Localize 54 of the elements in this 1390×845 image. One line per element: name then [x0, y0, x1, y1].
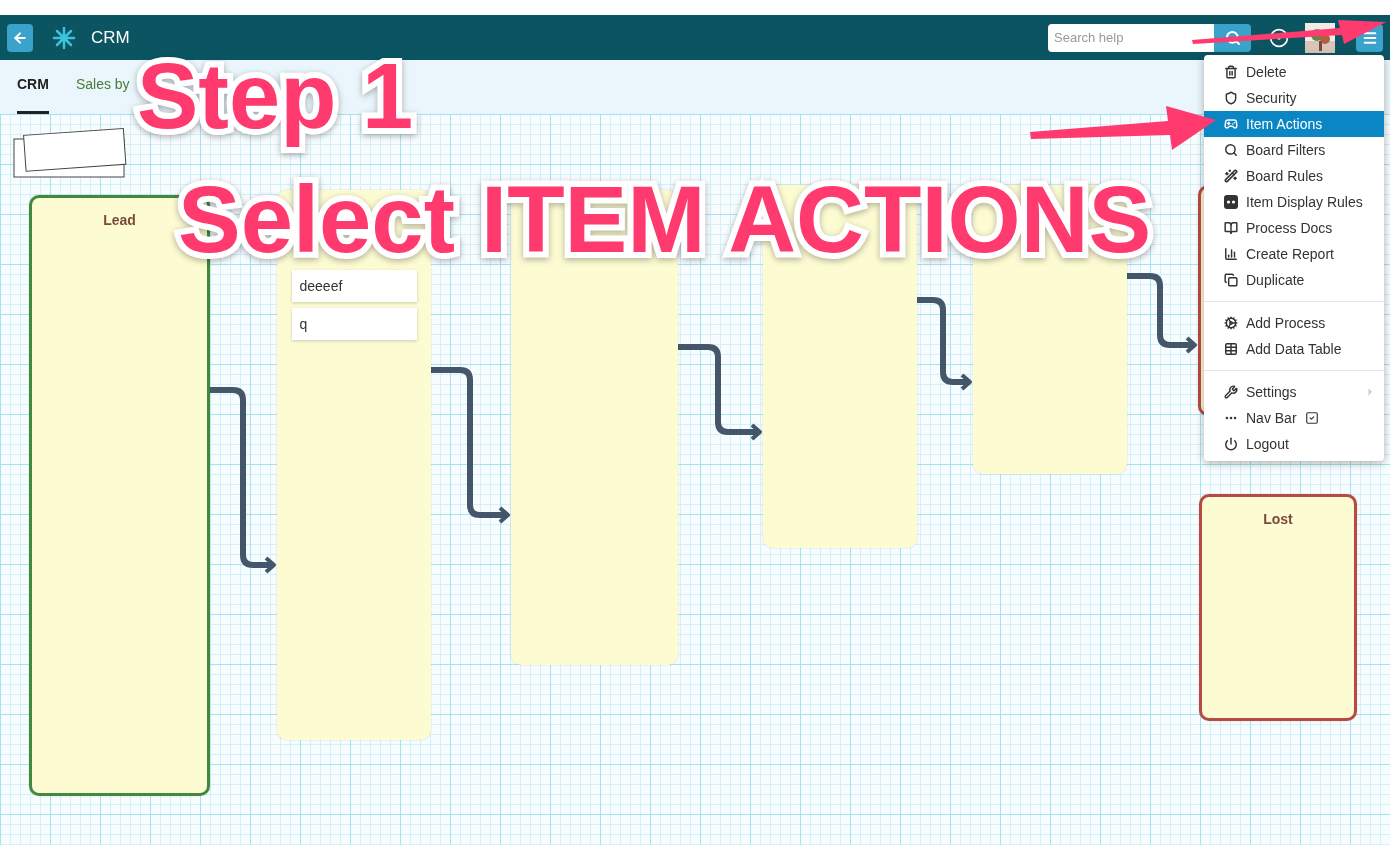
- menu-label: Create Report: [1246, 244, 1334, 264]
- trash-icon: [1224, 65, 1238, 79]
- menu-item[interactable]: Item Display Rules: [1204, 189, 1384, 215]
- menu-label: Item Actions: [1246, 114, 1323, 134]
- menu-item[interactable]: Item Actions: [1204, 111, 1384, 137]
- menu-item[interactable]: Security: [1204, 85, 1384, 111]
- menu-item[interactable]: Settings: [1204, 379, 1384, 405]
- menu-item[interactable]: Delete: [1204, 59, 1384, 85]
- menu-label: Add Data Table: [1246, 339, 1342, 359]
- menu-item[interactable]: Add Data Table: [1204, 336, 1384, 362]
- dots-square-icon: [1224, 195, 1238, 209]
- wand-icon: [1224, 169, 1238, 183]
- menu-label: Delete: [1246, 62, 1287, 82]
- search-field[interactable]: Search help: [1048, 23, 1214, 52]
- menu-item[interactable]: Create Report: [1204, 241, 1384, 267]
- nav-tab[interactable]: Sales by: [75, 74, 130, 114]
- table-icon: [1224, 342, 1238, 356]
- back-button[interactable]: [7, 23, 33, 52]
- copy-icon: [1224, 273, 1238, 287]
- bar-chart-icon: [1224, 247, 1238, 261]
- search-icon: [1224, 29, 1241, 46]
- menu-icon: [1361, 29, 1378, 46]
- menu-item[interactable]: Duplicate: [1204, 267, 1384, 293]
- menu-label: Board Rules: [1246, 166, 1324, 186]
- stage-title: Lost: [1263, 510, 1293, 529]
- search-icon: [1224, 143, 1238, 157]
- shield-icon: [1224, 91, 1238, 105]
- menu-item[interactable]: Process Docs: [1204, 215, 1384, 241]
- menu-item[interactable]: Board Rules: [1204, 163, 1384, 189]
- menu-label: Nav Bar: [1246, 408, 1297, 428]
- wrench-icon: [1224, 385, 1238, 399]
- menu-label: Add Process: [1246, 313, 1326, 333]
- menu-label: Duplicate: [1246, 270, 1305, 290]
- asterisk-logo-icon: [52, 25, 76, 50]
- menu-label: Security: [1246, 88, 1297, 108]
- power-icon: [1224, 437, 1238, 451]
- checkbox[interactable]: [1304, 411, 1319, 425]
- item-card[interactable]: q: [291, 308, 417, 340]
- gamepad-icon: [1224, 117, 1238, 131]
- gears-icon: [1224, 316, 1238, 330]
- menu-item[interactable]: Add Process: [1204, 310, 1384, 336]
- menu-label: Board Filters: [1246, 140, 1326, 160]
- menu-item[interactable]: Logout: [1204, 431, 1384, 457]
- stage-title: Lead: [103, 211, 136, 230]
- menu-label: Settings: [1246, 382, 1297, 402]
- menu-label: Item Display Rules: [1246, 192, 1363, 212]
- item-card[interactable]: deeeef: [291, 270, 417, 302]
- book-icon: [1224, 221, 1238, 235]
- menu-item[interactable]: Board Filters: [1204, 137, 1384, 163]
- menu-item[interactable]: Nav Bar: [1204, 405, 1384, 431]
- annotation-text: Step 1: [136, 44, 415, 149]
- app-title: CRM: [91, 26, 130, 49]
- menu-label: Logout: [1246, 434, 1289, 454]
- menu-label: Process Docs: [1246, 218, 1333, 238]
